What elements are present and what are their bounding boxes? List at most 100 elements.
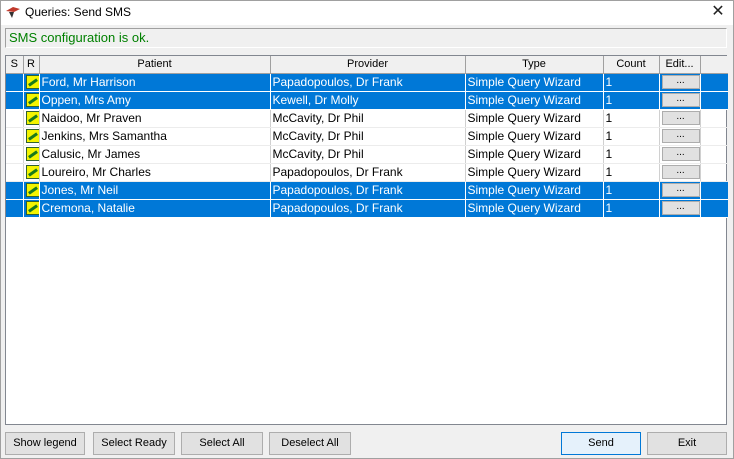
- send-sms-window: Queries: Send SMS ✕ SMS configuration is…: [0, 0, 734, 459]
- column-header-edit[interactable]: Edit...: [659, 56, 701, 74]
- table-row[interactable]: Jones, Mr Neil Papadopoulos, Dr Frank Simp…: [6, 181, 728, 200]
- edit-cell: ...: [659, 199, 701, 218]
- type-cell: Simple Query Wizard: [465, 181, 604, 200]
- provider-cell: McCavity, Dr Phil: [270, 145, 466, 164]
- edit-query-button[interactable]: ...: [661, 147, 699, 161]
- provider-cell: Papadopoulos, Dr Frank: [270, 199, 466, 218]
- ready-cell: [23, 91, 40, 110]
- column-header-provider[interactable]: Provider: [270, 56, 466, 74]
- send-flag-cell[interactable]: [6, 91, 24, 110]
- provider-cell: Kewell, Dr Molly: [270, 91, 466, 110]
- type-cell: Simple Query Wizard: [465, 199, 604, 218]
- queries-grid: S R Patient Provider Type Count Edit... …: [5, 55, 728, 425]
- edit-cell: ...: [659, 163, 701, 182]
- send-flag-cell[interactable]: [6, 109, 24, 128]
- filler-cell: [700, 127, 728, 146]
- patient-cell: Naidoo, Mr Praven: [39, 109, 271, 128]
- table-row[interactable]: Naidoo, Mr Praven McCavity, Dr Phil Simple…: [6, 109, 728, 128]
- count-cell: 1: [603, 109, 660, 128]
- table-row[interactable]: Calusic, Mr James McCavity, Dr Phil Simple…: [6, 145, 728, 164]
- deselect-all-button[interactable]: Deselect All: [269, 432, 351, 455]
- send-flag-cell[interactable]: [6, 181, 24, 200]
- window-title: Queries: Send SMS: [25, 5, 132, 19]
- send-flag-cell[interactable]: [6, 73, 24, 92]
- edit-cell: ...: [659, 181, 701, 200]
- edit-cell: ...: [659, 127, 701, 146]
- ready-flag-icon: [25, 75, 38, 90]
- table-row[interactable]: Ford, Mr Harrison Papadopoulos, Dr Frank S…: [6, 73, 728, 92]
- send-flag-cell[interactable]: [6, 145, 24, 164]
- edit-cell: ...: [659, 91, 701, 110]
- ready-cell: [23, 127, 40, 146]
- send-flag-cell[interactable]: [6, 163, 24, 182]
- provider-cell: Papadopoulos, Dr Frank: [270, 181, 466, 200]
- sms-config-status: SMS configuration is ok.: [5, 28, 727, 48]
- table-row[interactable]: Oppen, Mrs Amy Kewell, Dr Molly Simple Que…: [6, 91, 728, 110]
- ready-flag-icon: [25, 147, 38, 162]
- ready-cell: [23, 181, 40, 200]
- edit-query-button[interactable]: ...: [661, 111, 699, 125]
- ready-flag-icon: [25, 93, 38, 108]
- ready-flag-icon: [25, 111, 38, 126]
- edit-query-button[interactable]: ...: [661, 183, 699, 197]
- type-cell: Simple Query Wizard: [465, 91, 604, 110]
- queries-table: S R Patient Provider Type Count Edit... …: [6, 56, 728, 218]
- select-ready-button[interactable]: Select Ready: [93, 432, 175, 455]
- filler-cell: [700, 73, 728, 92]
- filler-cell: [700, 163, 728, 182]
- table-row[interactable]: Loureiro, Mr Charles Papadopoulos, Dr Fra…: [6, 163, 728, 182]
- table-row[interactable]: Jenkins, Mrs Samantha McCavity, Dr Phil Si…: [6, 127, 728, 146]
- patient-cell: Ford, Mr Harrison: [39, 73, 271, 92]
- edit-cell: ...: [659, 109, 701, 128]
- column-header-filler: [700, 56, 728, 74]
- send-flag-cell[interactable]: [6, 127, 24, 146]
- type-cell: Simple Query Wizard: [465, 127, 604, 146]
- patient-cell: Jenkins, Mrs Samantha: [39, 127, 271, 146]
- column-header-count[interactable]: Count: [603, 56, 660, 74]
- show-legend-button[interactable]: Show legend: [5, 432, 85, 455]
- type-cell: Simple Query Wizard: [465, 145, 604, 164]
- patient-cell: Jones, Mr Neil: [39, 181, 271, 200]
- filler-cell: [700, 145, 728, 164]
- edit-query-button[interactable]: ...: [661, 75, 699, 89]
- close-button[interactable]: ✕: [703, 1, 733, 25]
- ready-cell: [23, 199, 40, 218]
- patient-cell: Calusic, Mr James: [39, 145, 271, 164]
- type-cell: Simple Query Wizard: [465, 109, 604, 128]
- ready-flag-icon: [25, 165, 38, 180]
- title-bar[interactable]: Queries: Send SMS ✕: [1, 1, 733, 25]
- table-header: S R Patient Provider Type Count Edit...: [6, 56, 728, 74]
- select-all-button[interactable]: Select All: [181, 432, 263, 455]
- column-header-s[interactable]: S: [6, 56, 24, 74]
- filler-cell: [700, 181, 728, 200]
- ready-cell: [23, 163, 40, 182]
- column-header-r[interactable]: R: [23, 56, 40, 74]
- send-flag-cell[interactable]: [6, 199, 24, 218]
- ready-cell: [23, 109, 40, 128]
- provider-cell: Papadopoulos, Dr Frank: [270, 163, 466, 182]
- filler-cell: [700, 109, 728, 128]
- edit-query-button[interactable]: ...: [661, 165, 699, 179]
- column-header-type[interactable]: Type: [465, 56, 604, 74]
- table-row[interactable]: Cremona, Natalie Papadopoulos, Dr Frank Si…: [6, 199, 728, 218]
- patient-cell: Cremona, Natalie: [39, 199, 271, 218]
- ready-flag-icon: [25, 129, 38, 144]
- type-cell: Simple Query Wizard: [465, 73, 604, 92]
- column-header-patient[interactable]: Patient: [39, 56, 271, 74]
- count-cell: 1: [603, 73, 660, 92]
- provider-cell: McCavity, Dr Phil: [270, 109, 466, 128]
- send-button[interactable]: Send: [561, 432, 641, 455]
- edit-cell: ...: [659, 73, 701, 92]
- edit-query-button[interactable]: ...: [661, 93, 699, 107]
- exit-button[interactable]: Exit: [647, 432, 727, 455]
- patient-cell: Oppen, Mrs Amy: [39, 91, 271, 110]
- count-cell: 1: [603, 91, 660, 110]
- count-cell: 1: [603, 181, 660, 200]
- edit-query-button[interactable]: ...: [661, 201, 699, 215]
- patient-cell: Loureiro, Mr Charles: [39, 163, 271, 182]
- ready-cell: [23, 73, 40, 92]
- edit-query-button[interactable]: ...: [661, 129, 699, 143]
- ready-flag-icon: [25, 183, 38, 198]
- ready-cell: [23, 145, 40, 164]
- provider-cell: Papadopoulos, Dr Frank: [270, 73, 466, 92]
